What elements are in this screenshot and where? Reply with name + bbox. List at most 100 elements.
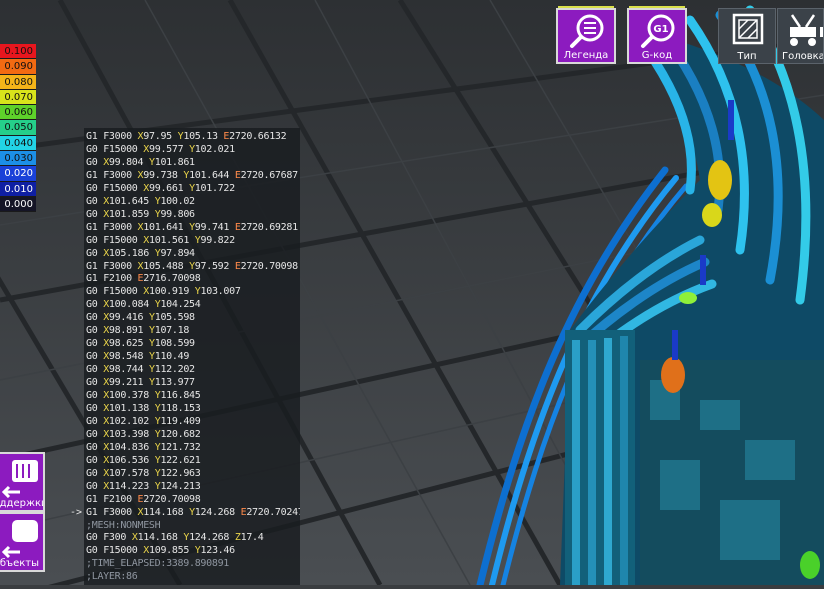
- gcode-param-value: 100.084: [108, 299, 149, 311]
- gcode-param-value: 110.49: [154, 351, 190, 363]
- gcode-line[interactable]: G1 F3000 X99.738 Y101.644 E2720.67687: [86, 169, 298, 182]
- gcode-line[interactable]: G0 F300 X114.168 Y124.268 Z17.4: [86, 531, 264, 544]
- gcode-line[interactable]: G0 X101.138 Y118.153: [86, 402, 201, 415]
- gcode-line[interactable]: G0 X106.536 Y122.621: [86, 454, 201, 467]
- magnifier-g1-icon: G1: [641, 14, 675, 48]
- gcode-param-value: 101.861: [154, 156, 195, 168]
- gcode-param-value: 114.168: [143, 506, 184, 518]
- gcode-button[interactable]: G1 G-код: [627, 6, 687, 64]
- gcode-param-value: 101.859: [108, 208, 149, 220]
- gcode-line[interactable]: G0 X98.744 Y112.202: [86, 363, 195, 376]
- gcode-param-value: 99.577: [149, 143, 184, 155]
- gcode-command: G0: [86, 390, 98, 401]
- gcode-line[interactable]: G0 X98.625 Y108.599: [86, 337, 195, 350]
- gcode-line[interactable]: G0 X99.416 Y105.598: [86, 311, 195, 324]
- gcode-param-value: 2720.70247: [246, 506, 300, 518]
- gcode-param-value: 119.409: [160, 415, 201, 427]
- gcode-line[interactable]: G1 F3000 X97.95 Y105.13 E2720.66132: [86, 130, 287, 143]
- gcode-command: G0: [86, 195, 98, 207]
- gcode-param-value: 98.548: [108, 351, 144, 363]
- gcode-param-value: 100.919: [149, 286, 190, 298]
- legend-swatch: 0.070: [0, 89, 36, 106]
- gcode-line[interactable]: G0 X114.223 Y124.213: [86, 480, 201, 493]
- gcode-param-value: 114.168: [137, 532, 178, 544]
- gcode-param-value: 3000: [108, 221, 132, 233]
- gcode-param-value: 102.021: [194, 143, 235, 155]
- gcode-line[interactable]: G0 F15000 X99.577 Y102.021: [86, 143, 235, 156]
- gcode-line-current[interactable]: G1 F3000 X114.168 Y124.268 E2720.70247: [86, 506, 300, 519]
- gcode-line[interactable]: G0 X107.578 Y122.963: [86, 467, 201, 480]
- gcode-line[interactable]: ;MESH:NONMESH: [86, 519, 161, 532]
- gcode-param-value: 107.578: [108, 467, 149, 479]
- active-indicator: [558, 6, 614, 8]
- print-head-icon: [790, 14, 823, 46]
- objects-icon: [1, 520, 38, 559]
- gcode-line[interactable]: G0 X99.211 Y113.977: [86, 376, 195, 389]
- legend-button[interactable]: Легенда: [556, 6, 616, 64]
- gcode-line[interactable]: G0 X101.645 Y100.02: [86, 195, 195, 208]
- gcode-command: G0: [86, 441, 98, 453]
- gcode-line[interactable]: G1 F2100 E2716.70098: [86, 272, 201, 285]
- gcode-line[interactable]: G1 F3000 X105.488 Y97.592 E2720.70098: [86, 260, 298, 273]
- gcode-param-value: 3000: [108, 169, 132, 181]
- gcode-param-value: 2720.70098: [143, 493, 201, 505]
- gcode-param-value: 102.102: [108, 415, 149, 427]
- gcode-param-value: 2100: [108, 273, 132, 285]
- supports-button[interactable]: Поддержки: [0, 452, 45, 512]
- gcode-command: G0: [86, 480, 98, 492]
- head-button[interactable]: Головка: [777, 8, 824, 64]
- gcode-param-value: 112.202: [154, 364, 195, 376]
- gcode-param-value: 101.645: [108, 195, 149, 207]
- gcode-line[interactable]: G0 F15000 X101.561 Y99.822: [86, 234, 235, 247]
- gcode-line[interactable]: G1 F2100 E2720.70098: [86, 493, 201, 506]
- type-button-label: Тип: [737, 51, 757, 62]
- gcode-param-value: 3000: [108, 506, 132, 518]
- gcode-param-value: 99.211: [108, 377, 144, 389]
- gcode-line[interactable]: ;TIME_ELAPSED:3389.890891: [86, 557, 229, 570]
- objects-button[interactable]: Объекты: [0, 512, 45, 572]
- gcode-param-value: 99.661: [149, 182, 184, 194]
- gcode-line[interactable]: G0 F15000 X109.855 Y123.46: [86, 544, 235, 557]
- gcode-command: G1: [86, 221, 98, 233]
- legend-button-label: Легенда: [563, 50, 609, 61]
- gcode-param-value: 17.4: [240, 532, 264, 544]
- gcode-param-value: 98.625: [108, 338, 144, 350]
- gcode-param-value: 15000: [108, 182, 138, 194]
- legend-swatch: 0.030: [0, 151, 36, 167]
- gcode-line[interactable]: ;LAYER:86: [86, 570, 138, 583]
- gcode-line[interactable]: G0 X100.084 Y104.254: [86, 298, 201, 311]
- legend-swatch: 0.080: [0, 74, 36, 90]
- gcode-line[interactable]: G0 X100.378 Y116.845: [86, 389, 201, 402]
- gcode-command: G1: [86, 493, 98, 505]
- gcode-param-value: 15000: [108, 234, 138, 246]
- gcode-line[interactable]: G0 X99.804 Y101.861: [86, 156, 195, 169]
- gcode-line[interactable]: G0 X104.836 Y121.732: [86, 441, 201, 454]
- gcode-command: G0: [86, 402, 98, 414]
- gcode-param-value: 97.894: [160, 247, 195, 259]
- legend-swatch: 0.090: [0, 59, 36, 75]
- gcode-param-value: 300: [108, 532, 127, 544]
- gcode-line[interactable]: G0 X101.859 Y99.806: [86, 208, 195, 221]
- gcode-param-value: 99.804: [108, 156, 144, 168]
- gcode-command: G0: [86, 286, 98, 298]
- gcode-param-value: 99.806: [160, 208, 195, 220]
- gcode-line[interactable]: G0 F15000 X99.661 Y101.722: [86, 182, 235, 195]
- gcode-param-value: 15000: [108, 286, 138, 298]
- gcode-line[interactable]: G0 X103.398 Y120.682: [86, 428, 201, 441]
- gcode-line[interactable]: G1 F3000 X101.641 Y99.741 E2720.69281: [86, 221, 298, 234]
- gcode-param-value: 122.621: [160, 454, 201, 466]
- gcode-param-value: 105.488: [143, 260, 184, 272]
- gcode-line[interactable]: G0 X102.102 Y119.409: [86, 415, 201, 428]
- gcode-line[interactable]: G0 X105.186 Y97.894: [86, 247, 195, 260]
- type-button[interactable]: Тип: [718, 8, 776, 64]
- gcode-param-value: 105.186: [108, 247, 149, 259]
- gcode-param-value: 2720.66132: [229, 131, 287, 142]
- gcode-param-value: 97.95: [143, 131, 172, 142]
- color-legend: 0.100 0.090 0.080 0.070 0.060 0.050 0.040 0.030…: [0, 44, 36, 213]
- gcode-line[interactable]: G0 F15000 X100.919 Y103.007: [86, 285, 241, 298]
- gcode-param-value: 121.732: [160, 441, 201, 453]
- gcode-line[interactable]: G0 X98.548 Y110.49: [86, 350, 189, 363]
- gcode-panel[interactable]: G1 F3000 X97.95 Y105.13 E2720.66132 G0 F1…: [84, 128, 300, 585]
- gcode-comment: ;TIME_ELAPSED:3389.890891: [86, 558, 230, 570]
- gcode-line[interactable]: G0 X98.891 Y107.18: [86, 324, 189, 337]
